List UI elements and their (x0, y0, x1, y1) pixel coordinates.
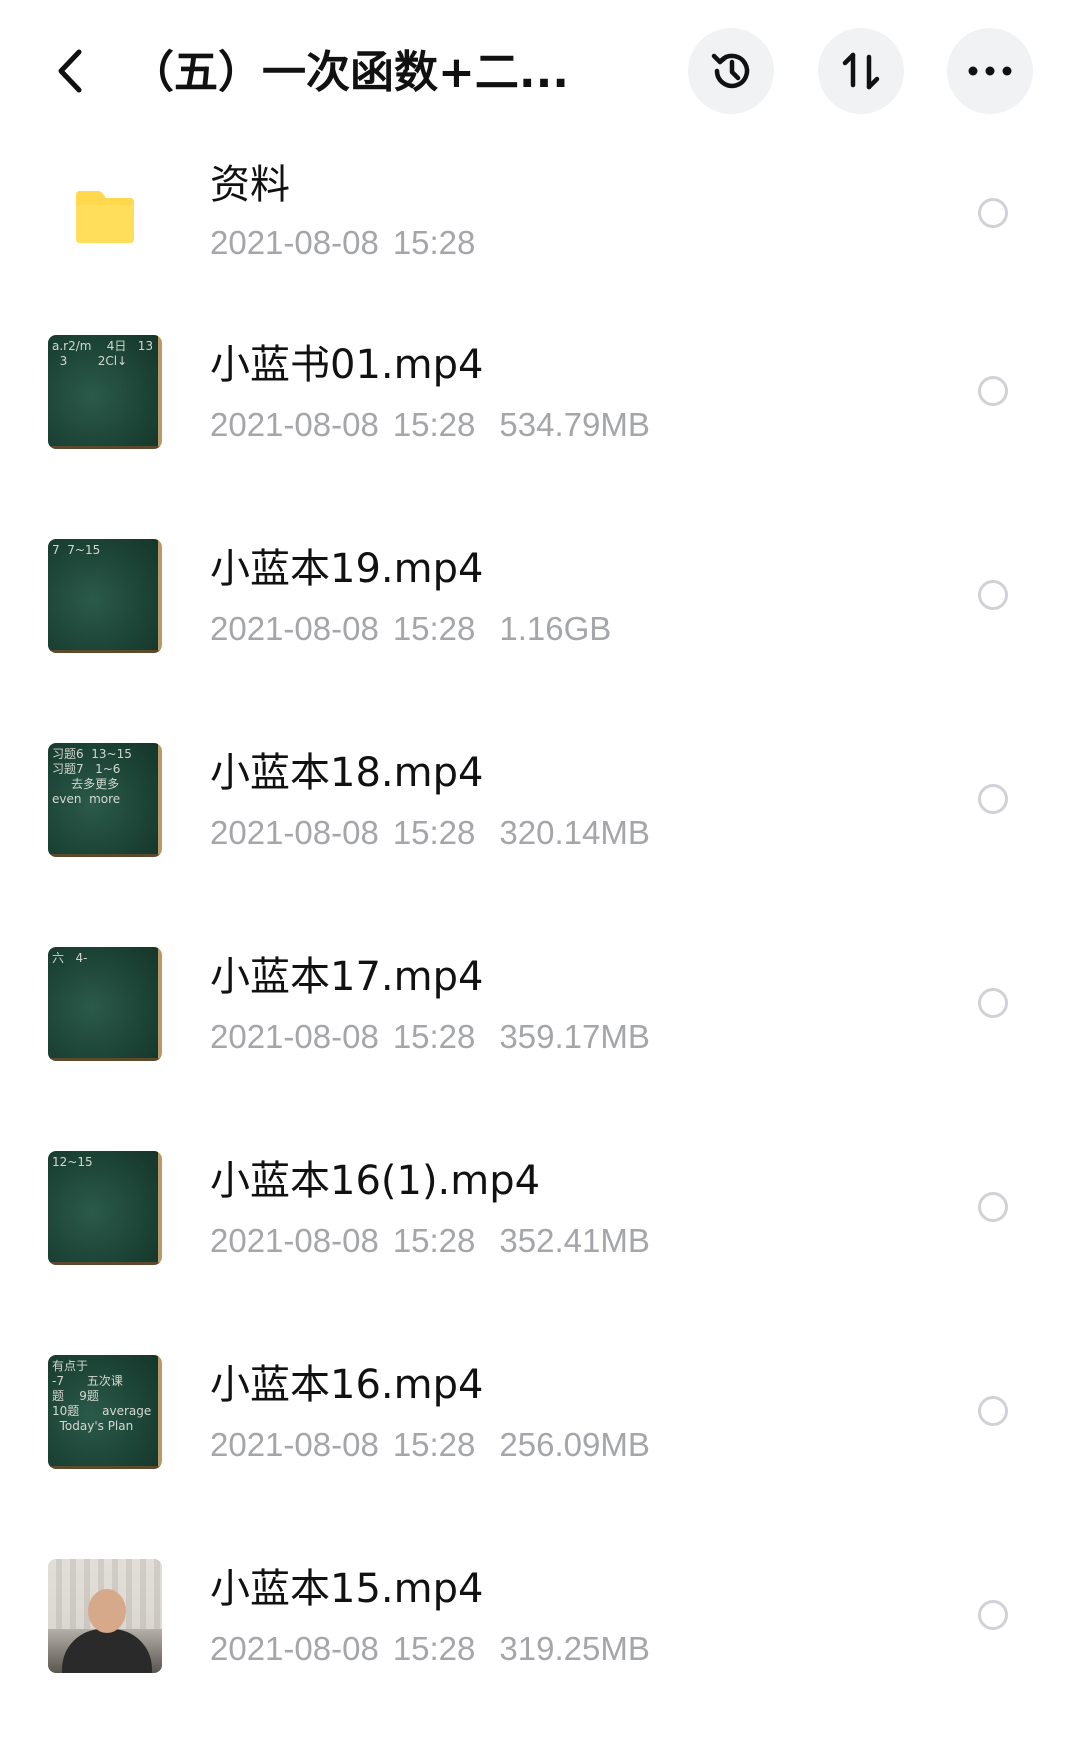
top-bar: （五）一次函数+二... (0, 0, 1080, 140)
file-meta: 2021-08-08 15:28 319.25MB (210, 1628, 650, 1670)
chalkboard-thumbnail: a.r2/m 4日 13 年 3 2Cl↓ (48, 335, 162, 449)
select-checkbox[interactable] (978, 1396, 1008, 1426)
file-time: 15:28 (392, 610, 476, 647)
folder-icon (76, 191, 134, 243)
file-date: 2021-08-08 (210, 1630, 379, 1667)
file-size: 359.17MB (499, 1018, 650, 1055)
file-meta: 2021-08-08 15:28 352.41MB (210, 1220, 650, 1262)
back-button[interactable] (42, 36, 98, 106)
video-thumbnail: 六 4- (48, 947, 162, 1061)
sort-button[interactable] (818, 28, 904, 114)
file-size: 320.14MB (499, 814, 650, 851)
file-date: 2021-08-08 (210, 1222, 379, 1259)
list-item[interactable]: 资料 2021-08-08 15:28 (0, 140, 1080, 290)
select-checkbox[interactable] (978, 1600, 1008, 1630)
video-thumbnail (48, 1559, 162, 1673)
chalkboard-thumbnail: 有点于 -7 五次课 题 9题 10题 average Today's Plan (48, 1355, 162, 1469)
chalkboard-thumbnail: 7 7~15 (48, 539, 162, 653)
file-time: 15:28 (392, 224, 476, 261)
sort-arrows-icon (842, 52, 880, 90)
chevron-left-icon (58, 49, 82, 93)
list-item[interactable]: a.r2/m 4日 13 年 3 2Cl↓ 小蓝书01.mp4 2021-08-… (0, 290, 1080, 494)
file-size: 256.09MB (499, 1426, 650, 1463)
history-button[interactable] (688, 28, 774, 114)
more-dots-icon (968, 66, 1012, 76)
list-item[interactable]: 有点于 -7 五次课 题 9题 10题 average Today's Plan… (0, 1310, 1080, 1514)
file-meta: 2021-08-08 15:28 359.17MB (210, 1016, 650, 1058)
file-time: 15:28 (392, 1018, 476, 1055)
select-checkbox[interactable] (978, 988, 1008, 1018)
file-date: 2021-08-08 (210, 1426, 379, 1463)
chalkboard-thumbnail: 六 4- (48, 947, 162, 1061)
folder-title: （五）一次函数+二... (130, 47, 570, 98)
video-thumbnail: a.r2/m 4日 13 年 3 2Cl↓ (48, 335, 162, 449)
file-name: 小蓝本16(1).mp4 (210, 1158, 541, 1204)
file-time: 15:28 (392, 1426, 476, 1463)
file-name: 小蓝书01.mp4 (210, 342, 484, 388)
file-meta: 2021-08-08 15:28 320.14MB (210, 812, 650, 854)
file-time: 15:28 (392, 814, 476, 851)
list-item[interactable]: 12~15 小蓝本16(1).mp4 2021-08-08 15:28 352.41… (0, 1106, 1080, 1310)
folder-thumbnail (48, 160, 162, 274)
person-photo-thumbnail (48, 1559, 162, 1673)
file-date: 2021-08-08 (210, 224, 379, 261)
file-list: 资料 2021-08-08 15:28 a.r2/m 4日 13 年 3 2Cl↓… (0, 140, 1080, 1718)
file-size: 352.41MB (499, 1222, 650, 1259)
video-thumbnail: 有点于 -7 五次课 题 9题 10题 average Today's Plan (48, 1355, 162, 1469)
video-thumbnail: 12~15 (48, 1151, 162, 1265)
file-date: 2021-08-08 (210, 406, 379, 443)
file-name: 小蓝本17.mp4 (210, 954, 484, 1000)
file-name: 小蓝本15.mp4 (210, 1566, 484, 1612)
video-thumbnail: 习题6 13~15 习题7 1~6 去多更多 even more (48, 743, 162, 857)
select-checkbox[interactable] (978, 376, 1008, 406)
file-date: 2021-08-08 (210, 1018, 379, 1055)
video-thumbnail: 7 7~15 (48, 539, 162, 653)
file-size: 534.79MB (499, 406, 650, 443)
file-date: 2021-08-08 (210, 610, 379, 647)
chalkboard-thumbnail: 习题6 13~15 习题7 1~6 去多更多 even more (48, 743, 162, 857)
list-item[interactable]: 六 4- 小蓝本17.mp4 2021-08-08 15:28 359.17MB (0, 902, 1080, 1106)
list-item[interactable]: 习题6 13~15 习题7 1~6 去多更多 even more 小蓝本18.m… (0, 698, 1080, 902)
file-name: 小蓝本18.mp4 (210, 750, 484, 796)
file-time: 15:28 (392, 406, 476, 443)
file-name: 小蓝本16.mp4 (210, 1362, 484, 1408)
history-clock-icon (711, 53, 750, 89)
file-size: 319.25MB (499, 1630, 650, 1667)
list-item[interactable]: 小蓝本15.mp4 2021-08-08 15:28 319.25MB (0, 1514, 1080, 1718)
file-time: 15:28 (392, 1222, 476, 1259)
select-checkbox[interactable] (978, 580, 1008, 610)
file-date: 2021-08-08 (210, 814, 379, 851)
file-meta: 2021-08-08 15:28 256.09MB (210, 1424, 650, 1466)
chalkboard-thumbnail: 12~15 (48, 1151, 162, 1265)
file-time: 15:28 (392, 1630, 476, 1667)
more-button[interactable] (947, 28, 1033, 114)
select-checkbox[interactable] (978, 1192, 1008, 1222)
file-name: 小蓝本19.mp4 (210, 546, 484, 592)
file-name: 资料 (210, 162, 290, 208)
file-meta: 2021-08-08 15:28 534.79MB (210, 404, 650, 446)
file-meta: 2021-08-08 15:28 (210, 222, 499, 264)
select-checkbox[interactable] (978, 198, 1008, 228)
select-checkbox[interactable] (978, 784, 1008, 814)
list-item[interactable]: 7 7~15 小蓝本19.mp4 2021-08-08 15:28 1.16GB (0, 494, 1080, 698)
file-size: 1.16GB (499, 610, 612, 647)
file-meta: 2021-08-08 15:28 1.16GB (210, 608, 611, 650)
